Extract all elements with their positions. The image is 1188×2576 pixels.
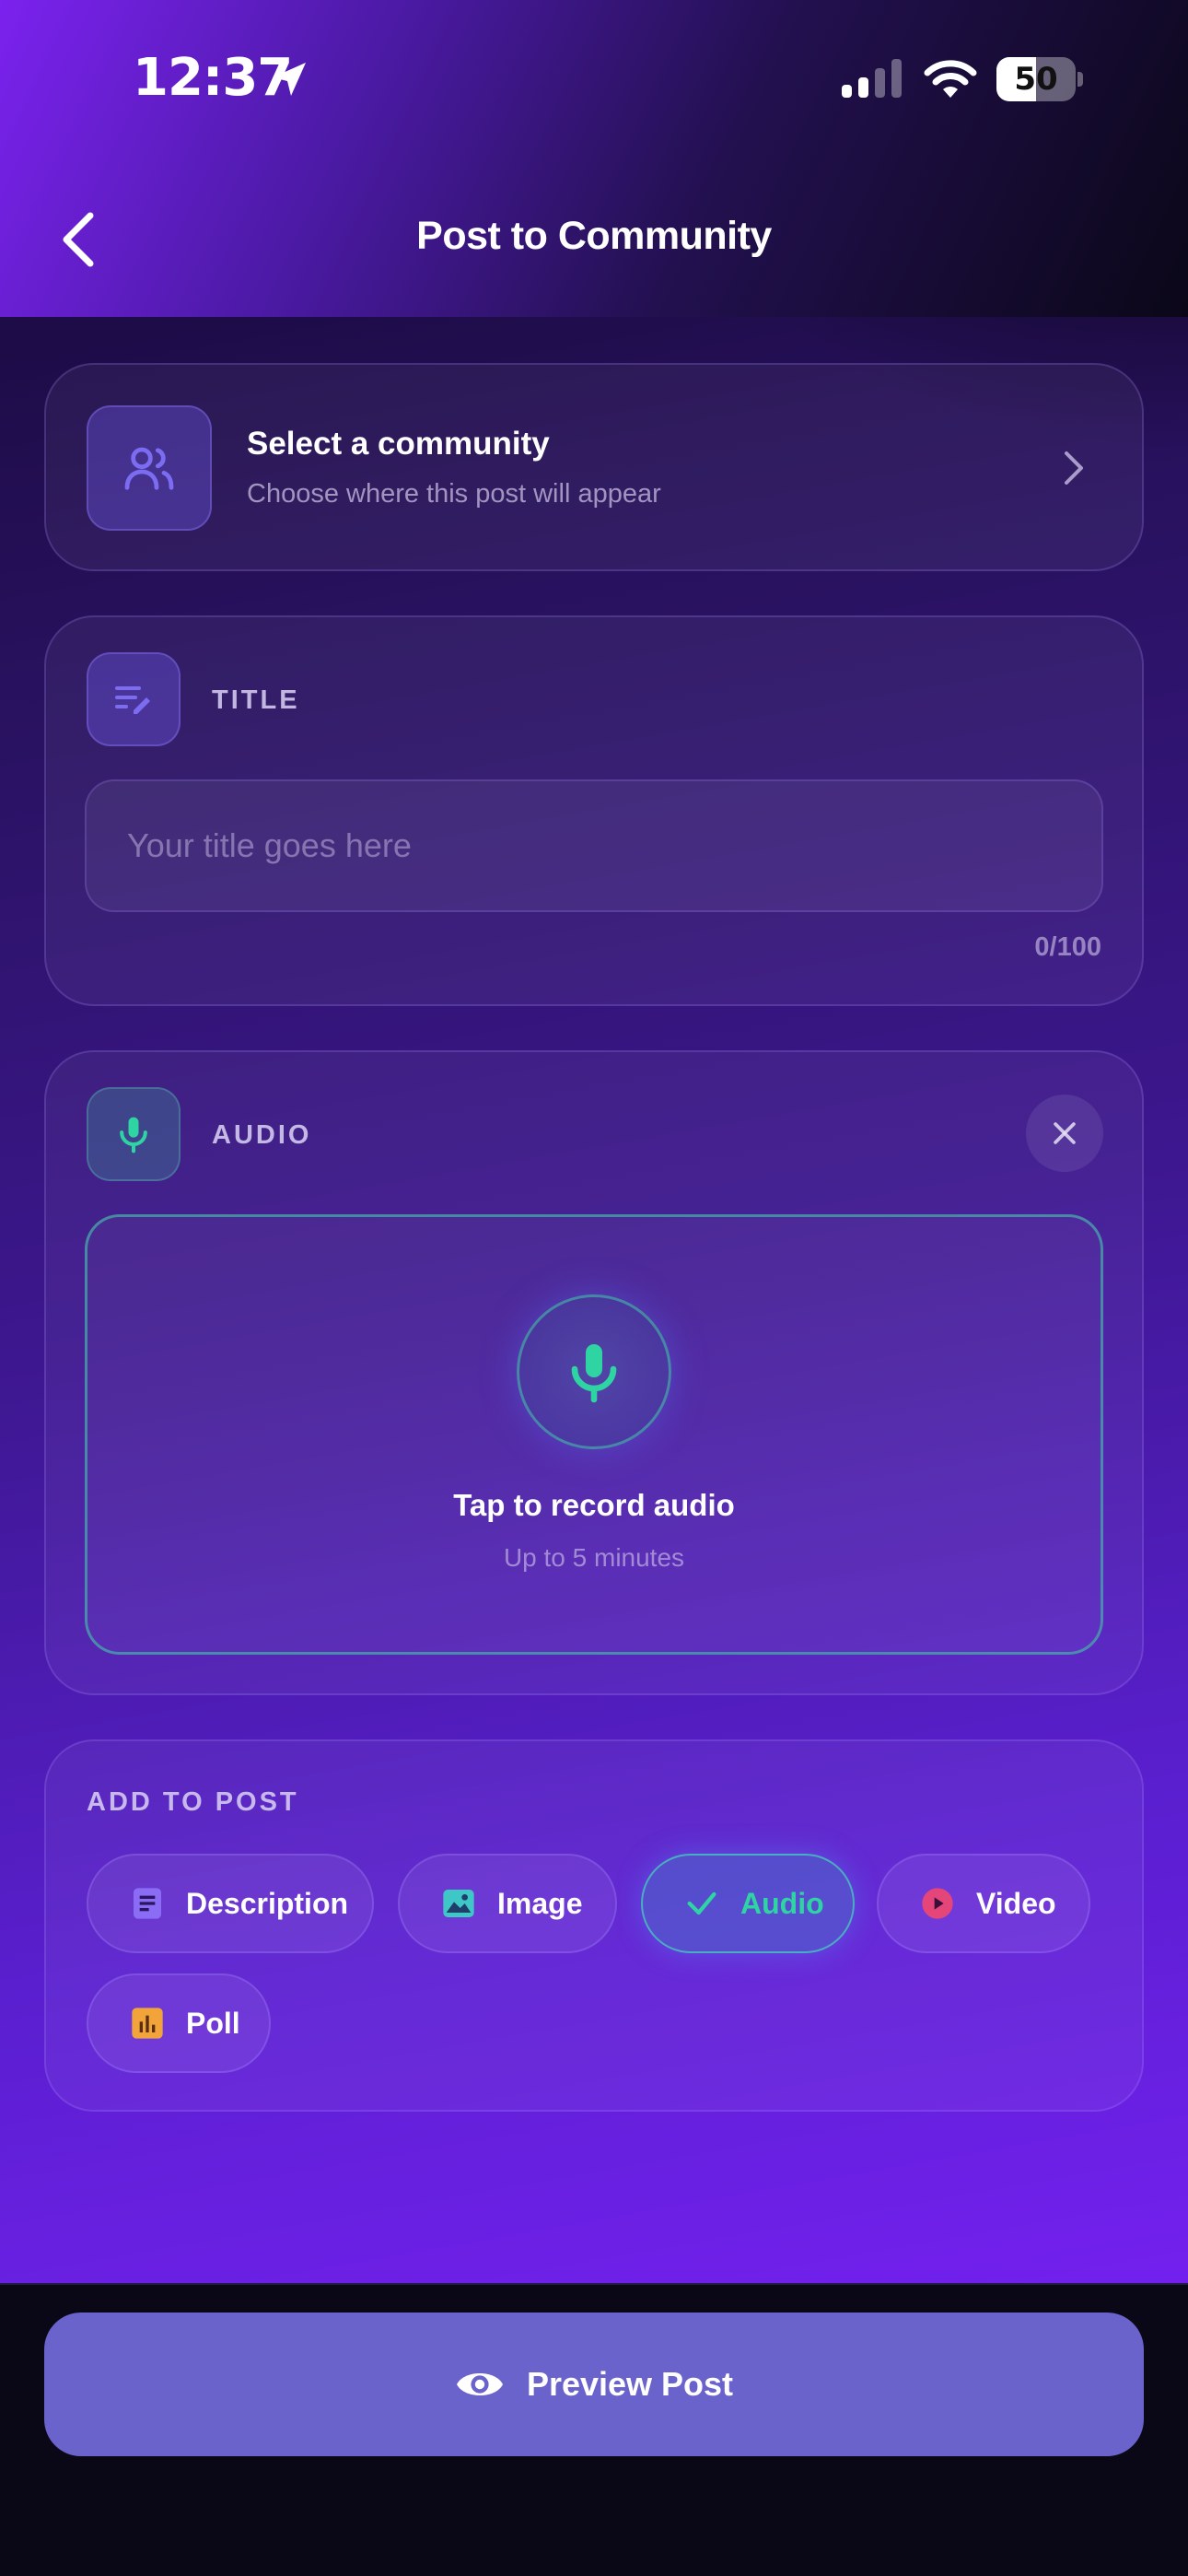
chip-description[interactable]: Description: [87, 1854, 374, 1953]
title-icon-tile: [87, 652, 181, 746]
community-icon-tile: [87, 405, 212, 531]
title-char-count: 0/100: [1034, 932, 1101, 962]
record-button[interactable]: [517, 1294, 671, 1449]
wifi-icon: [924, 60, 977, 98]
cellular-signal-icon: [842, 59, 902, 98]
community-selector-subtitle: Choose where this post will appear: [247, 479, 661, 509]
add-to-post-label: ADD TO POST: [87, 1787, 299, 1817]
chip-label: Image: [497, 1886, 583, 1920]
chip-poll[interactable]: Poll: [87, 1973, 271, 2073]
chip-label: Video: [976, 1886, 1056, 1920]
audio-card: AUDIO Tap to record audio Up to 5 minute…: [44, 1050, 1144, 1695]
chip-image[interactable]: Image: [398, 1854, 617, 1953]
title-input[interactable]: [85, 779, 1103, 912]
description-icon: [129, 1885, 166, 1922]
battery-percentage: 50: [1014, 61, 1058, 98]
audio-section-label: AUDIO: [212, 1120, 312, 1150]
microphone-icon: [571, 1344, 617, 1403]
play-icon: [919, 1885, 956, 1922]
chevron-right-icon: [1065, 451, 1083, 485]
image-icon: [440, 1885, 477, 1922]
check-icon: [683, 1885, 720, 1922]
add-to-post-card: ADD TO POST Description Image Audio Vide…: [44, 1739, 1144, 2112]
edit-text-icon: [115, 686, 150, 714]
chip-audio[interactable]: Audio: [641, 1854, 855, 1953]
bottom-bar: Preview Post: [0, 2283, 1188, 2576]
preview-post-label: Preview Post: [526, 2365, 734, 2403]
record-audio-title: Tap to record audio: [453, 1488, 735, 1522]
community-selector[interactable]: Select a community Choose where this pos…: [44, 363, 1144, 571]
poll-icon: [129, 2005, 166, 2042]
record-audio-area[interactable]: Tap to record audio Up to 5 minutes: [85, 1214, 1103, 1655]
microphone-icon: [120, 1117, 147, 1153]
preview-post-button[interactable]: Preview Post: [44, 2313, 1144, 2456]
location-arrow-icon: [273, 63, 306, 96]
audio-icon-tile: [87, 1087, 181, 1181]
chip-label: Audio: [740, 1886, 824, 1920]
eye-icon: [456, 2373, 503, 2395]
record-audio-subtitle: Up to 5 minutes: [503, 1543, 685, 1572]
close-icon: [1054, 1122, 1076, 1144]
title-section-label: TITLE: [212, 685, 300, 715]
page-title: Post to Community: [416, 214, 772, 258]
remove-audio-button[interactable]: [1026, 1095, 1103, 1172]
community-selector-title: Select a community: [247, 426, 550, 462]
chip-label: Description: [186, 1886, 349, 1920]
battery-indicator: 50: [996, 57, 1085, 103]
title-card: TITLE 0/100: [44, 615, 1144, 1006]
users-icon: [124, 447, 174, 490]
chip-video[interactable]: Video: [877, 1854, 1090, 1953]
chip-label: Poll: [186, 2006, 240, 2040]
